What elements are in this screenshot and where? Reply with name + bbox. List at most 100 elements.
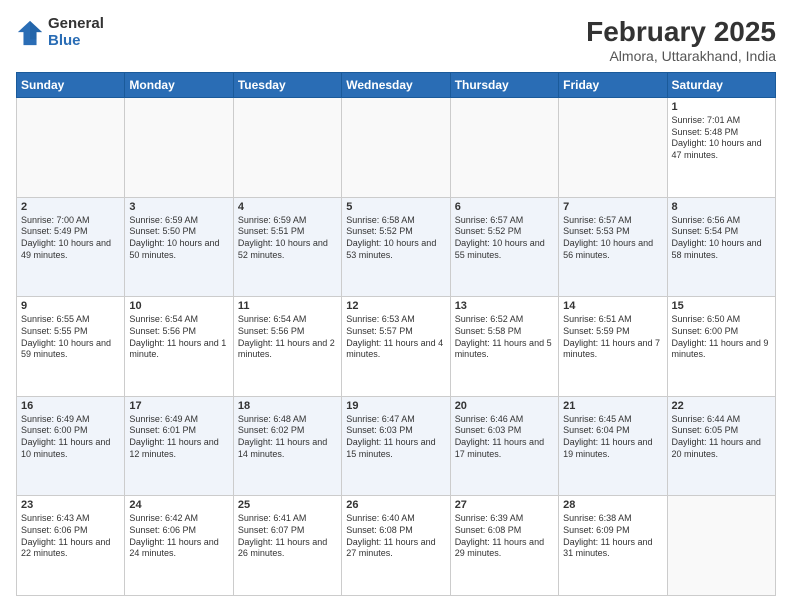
day-number: 24 — [129, 499, 228, 511]
day-info: Sunrise: 6:57 AM Sunset: 5:52 PM Dayligh… — [455, 215, 554, 262]
table-row: 21Sunrise: 6:45 AM Sunset: 6:04 PM Dayli… — [559, 396, 667, 496]
day-number: 19 — [346, 400, 445, 412]
col-monday: Monday — [125, 73, 233, 98]
table-row: 18 Sunrise: 6:48 AM Sunset: 6:02 PM Dayli… — [233, 396, 341, 496]
day-number: 20 — [455, 400, 554, 412]
table-row: 16 Sunrise: 6:49 AM Sunset: 6:00 PM Dayli… — [17, 396, 125, 496]
day-number: 16 — [21, 400, 120, 412]
table-row: 20 Sunrise: 6:46 AM Sunset: 6:03 PM Dayli… — [450, 396, 558, 496]
table-row: 5 Sunrise: 6:58 AM Sunset: 5:52 PM Daylig… — [342, 197, 450, 297]
day-info: Sunrise: 6:50 AM Sunset: 6:00 PM Dayligh… — [672, 314, 771, 361]
calendar-row: 9Sunrise: 6:55 AM Sunset: 5:55 PM Daylig… — [17, 297, 776, 397]
title-block: February 2025 Almora, Uttarakhand, India — [586, 16, 776, 64]
day-info: Sunrise: 6:55 AM Sunset: 5:55 PM Dayligh… — [21, 314, 120, 361]
day-info: Sunrise: 6:41 AM Sunset: 6:07 PM Dayligh… — [238, 513, 337, 560]
main-title: February 2025 — [586, 16, 776, 48]
table-row: 4 Sunrise: 6:59 AM Sunset: 5:51 PM Daylig… — [233, 197, 341, 297]
day-number: 13 — [455, 300, 554, 312]
day-info: Sunrise: 6:46 AM Sunset: 6:03 PM Dayligh… — [455, 414, 554, 461]
col-thursday: Thursday — [450, 73, 558, 98]
day-number: 11 — [238, 300, 337, 312]
table-row: 28 Sunrise: 6:38 AM Sunset: 6:09 PM Dayli… — [559, 496, 667, 596]
logo: General Blue — [16, 16, 104, 49]
day-number: 23 — [21, 499, 120, 511]
day-number: 2 — [21, 201, 120, 213]
day-number: 8 — [672, 201, 771, 213]
page: General Blue February 2025 Almora, Uttar… — [0, 0, 792, 612]
table-row — [450, 98, 558, 198]
day-info: Sunrise: 6:54 AM Sunset: 5:56 PM Dayligh… — [238, 314, 337, 361]
logo-general-text: General — [48, 16, 104, 33]
table-row: 13 Sunrise: 6:52 AM Sunset: 5:58 PM Dayli… — [450, 297, 558, 397]
day-info: Sunrise: 6:48 AM Sunset: 6:02 PM Dayligh… — [238, 414, 337, 461]
day-info: Sunrise: 6:57 AM Sunset: 5:53 PM Dayligh… — [563, 215, 662, 262]
table-row: 22 Sunrise: 6:44 AM Sunset: 6:05 PM Dayli… — [667, 396, 775, 496]
day-info: Sunrise: 6:47 AM Sunset: 6:03 PM Dayligh… — [346, 414, 445, 461]
day-info: Sunrise: 6:52 AM Sunset: 5:58 PM Dayligh… — [455, 314, 554, 361]
day-number: 14 — [563, 300, 662, 312]
day-number: 28 — [563, 499, 662, 511]
day-info: Sunrise: 6:38 AM Sunset: 6:09 PM Dayligh… — [563, 513, 662, 560]
table-row: 12 Sunrise: 6:53 AM Sunset: 5:57 PM Dayli… — [342, 297, 450, 397]
day-info: Sunrise: 6:59 AM Sunset: 5:51 PM Dayligh… — [238, 215, 337, 262]
table-row: 23 Sunrise: 6:43 AM Sunset: 6:06 PM Dayli… — [17, 496, 125, 596]
logo-blue-text: Blue — [48, 33, 104, 50]
col-friday: Friday — [559, 73, 667, 98]
day-number: 4 — [238, 201, 337, 213]
day-info: Sunrise: 6:43 AM Sunset: 6:06 PM Dayligh… — [21, 513, 120, 560]
table-row: 10 Sunrise: 6:54 AM Sunset: 5:56 PM Dayli… — [125, 297, 233, 397]
calendar-header-row: Sunday Monday Tuesday Wednesday Thursday… — [17, 73, 776, 98]
header: General Blue February 2025 Almora, Uttar… — [16, 16, 776, 64]
day-number: 26 — [346, 499, 445, 511]
table-row — [125, 98, 233, 198]
col-wednesday: Wednesday — [342, 73, 450, 98]
table-row: 3 Sunrise: 6:59 AM Sunset: 5:50 PM Daylig… — [125, 197, 233, 297]
day-number: 18 — [238, 400, 337, 412]
calendar-row: 1Sunrise: 7:01 AM Sunset: 5:48 PM Daylig… — [17, 98, 776, 198]
table-row — [342, 98, 450, 198]
table-row: 27 Sunrise: 6:39 AM Sunset: 6:08 PM Dayli… — [450, 496, 558, 596]
day-number: 12 — [346, 300, 445, 312]
day-info: Sunrise: 6:59 AM Sunset: 5:50 PM Dayligh… — [129, 215, 228, 262]
table-row: 9Sunrise: 6:55 AM Sunset: 5:55 PM Daylig… — [17, 297, 125, 397]
calendar-row: 16 Sunrise: 6:49 AM Sunset: 6:00 PM Dayli… — [17, 396, 776, 496]
day-info: Sunrise: 6:39 AM Sunset: 6:08 PM Dayligh… — [455, 513, 554, 560]
day-info: Sunrise: 7:01 AM Sunset: 5:48 PM Dayligh… — [672, 115, 771, 162]
table-row: 7 Sunrise: 6:57 AM Sunset: 5:53 PM Daylig… — [559, 197, 667, 297]
day-info: Sunrise: 6:54 AM Sunset: 5:56 PM Dayligh… — [129, 314, 228, 361]
table-row: 15 Sunrise: 6:50 AM Sunset: 6:00 PM Dayli… — [667, 297, 775, 397]
day-number: 25 — [238, 499, 337, 511]
day-info: Sunrise: 6:49 AM Sunset: 6:01 PM Dayligh… — [129, 414, 228, 461]
day-number: 10 — [129, 300, 228, 312]
table-row: 2 Sunrise: 7:00 AM Sunset: 5:49 PM Daylig… — [17, 197, 125, 297]
table-row: 19 Sunrise: 6:47 AM Sunset: 6:03 PM Dayli… — [342, 396, 450, 496]
day-number: 3 — [129, 201, 228, 213]
day-info: Sunrise: 6:42 AM Sunset: 6:06 PM Dayligh… — [129, 513, 228, 560]
day-number: 5 — [346, 201, 445, 213]
day-number: 15 — [672, 300, 771, 312]
day-number: 22 — [672, 400, 771, 412]
day-number: 27 — [455, 499, 554, 511]
col-saturday: Saturday — [667, 73, 775, 98]
day-info: Sunrise: 6:44 AM Sunset: 6:05 PM Dayligh… — [672, 414, 771, 461]
day-number: 7 — [563, 201, 662, 213]
col-sunday: Sunday — [17, 73, 125, 98]
table-row: 25 Sunrise: 6:41 AM Sunset: 6:07 PM Dayli… — [233, 496, 341, 596]
table-row: 8Sunrise: 6:56 AM Sunset: 5:54 PM Daylig… — [667, 197, 775, 297]
day-info: Sunrise: 6:40 AM Sunset: 6:08 PM Dayligh… — [346, 513, 445, 560]
day-number: 21 — [563, 400, 662, 412]
table-row: 17Sunrise: 6:49 AM Sunset: 6:01 PM Dayli… — [125, 396, 233, 496]
day-info: Sunrise: 6:58 AM Sunset: 5:52 PM Dayligh… — [346, 215, 445, 262]
table-row: 24 Sunrise: 6:42 AM Sunset: 6:06 PM Dayli… — [125, 496, 233, 596]
table-row — [667, 496, 775, 596]
calendar-table: Sunday Monday Tuesday Wednesday Thursday… — [16, 72, 776, 596]
col-tuesday: Tuesday — [233, 73, 341, 98]
table-row — [559, 98, 667, 198]
day-info: Sunrise: 7:00 AM Sunset: 5:49 PM Dayligh… — [21, 215, 120, 262]
table-row: 26 Sunrise: 6:40 AM Sunset: 6:08 PM Dayli… — [342, 496, 450, 596]
table-row: 11 Sunrise: 6:54 AM Sunset: 5:56 PM Dayli… — [233, 297, 341, 397]
day-number: 6 — [455, 201, 554, 213]
day-info: Sunrise: 6:53 AM Sunset: 5:57 PM Dayligh… — [346, 314, 445, 361]
table-row: 1Sunrise: 7:01 AM Sunset: 5:48 PM Daylig… — [667, 98, 775, 198]
day-info: Sunrise: 6:49 AM Sunset: 6:00 PM Dayligh… — [21, 414, 120, 461]
